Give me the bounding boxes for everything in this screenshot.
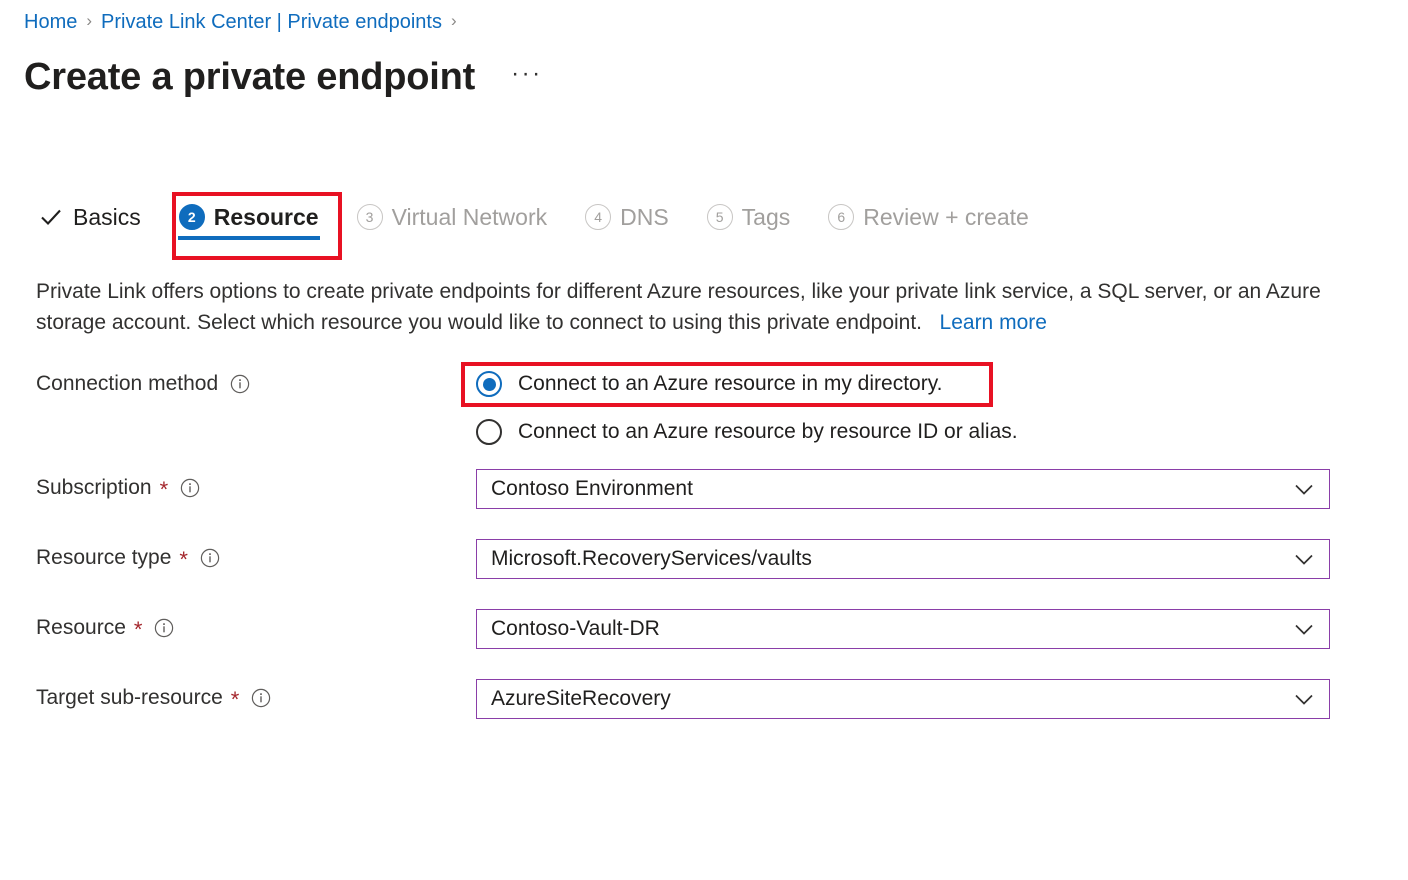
tab-basics[interactable]: Basics <box>36 198 143 242</box>
label-text: Resource type <box>36 544 171 572</box>
tab-label: Resource <box>214 202 319 232</box>
subscription-label: Subscription * <box>36 474 200 502</box>
required-asterisk: * <box>179 550 188 570</box>
connection-method-radio-group: Connect to an Azure resource in my direc… <box>476 360 1018 456</box>
tab-label: Basics <box>73 202 141 232</box>
info-icon[interactable] <box>251 688 271 708</box>
tab-step-badge: 4 <box>585 204 611 230</box>
field-row-resource-type: Resource type * Microsoft.RecoveryServic… <box>0 526 1408 596</box>
resource-type-dropdown[interactable]: Microsoft.RecoveryServices/vaults <box>476 539 1330 579</box>
connection-method-label: Connection method <box>36 370 250 398</box>
tab-resource[interactable]: 2 Resource <box>177 198 321 242</box>
required-asterisk: * <box>231 690 240 710</box>
resource-form: Connection method Connect to an Azure re… <box>0 360 1408 736</box>
info-icon[interactable] <box>180 478 200 498</box>
breadcrumb: Home › Private Link Center | Private end… <box>24 8 466 36</box>
page-title: Create a private endpoint <box>24 52 475 102</box>
radio-label: Connect to an Azure resource by resource… <box>518 418 1018 446</box>
dropdown-value: AzureSiteRecovery <box>491 685 671 713</box>
wizard-tabs: Basics 2 Resource 3 Virtual Network 4 DN… <box>36 198 1065 242</box>
dropdown-value: Microsoft.RecoveryServices/vaults <box>491 545 812 573</box>
tab-label: Review + create <box>863 202 1029 232</box>
tab-step-badge: 3 <box>357 204 383 230</box>
resource-dropdown[interactable]: Contoso-Vault-DR <box>476 609 1330 649</box>
tab-step-badge: 5 <box>707 204 733 230</box>
tab-step-badge: 2 <box>179 204 205 230</box>
subscription-dropdown[interactable]: Contoso Environment <box>476 469 1330 509</box>
tab-label: Virtual Network <box>392 202 548 232</box>
label-text: Resource <box>36 614 126 642</box>
radio-connect-resource-id[interactable]: Connect to an Azure resource by resource… <box>476 408 1018 456</box>
tab-label: DNS <box>620 202 669 232</box>
radio-unselected-icon <box>476 419 502 445</box>
breadcrumb-item-home[interactable]: Home <box>24 8 77 36</box>
description-text: Private Link offers options to create pr… <box>36 280 1321 334</box>
more-options-icon[interactable]: ··· <box>511 64 542 84</box>
info-icon[interactable] <box>154 618 174 638</box>
tab-tags[interactable]: 5 Tags <box>705 198 793 242</box>
radio-label: Connect to an Azure resource in my direc… <box>518 370 942 398</box>
chevron-down-icon <box>1291 616 1317 642</box>
breadcrumb-item-private-link-center[interactable]: Private Link Center | Private endpoints <box>101 8 442 36</box>
field-row-subscription: Subscription * Contoso Environment <box>0 456 1408 526</box>
required-asterisk: * <box>160 480 169 500</box>
tab-dns[interactable]: 4 DNS <box>583 198 671 242</box>
tab-review-create[interactable]: 6 Review + create <box>826 198 1031 242</box>
learn-more-link[interactable]: Learn more <box>940 311 1047 334</box>
dropdown-value: Contoso Environment <box>491 475 693 503</box>
tab-label: Tags <box>742 202 791 232</box>
field-row-target-sub-resource: Target sub-resource * AzureSiteRecovery <box>0 666 1408 736</box>
dropdown-value: Contoso-Vault-DR <box>491 615 660 643</box>
radio-dot <box>483 378 496 391</box>
tab-virtual-network[interactable]: 3 Virtual Network <box>355 198 550 242</box>
resource-type-label: Resource type * <box>36 544 220 572</box>
label-text: Target sub-resource <box>36 684 223 712</box>
label-text: Connection method <box>36 370 218 398</box>
chevron-down-icon <box>1291 546 1317 572</box>
page-description: Private Link offers options to create pr… <box>36 276 1336 338</box>
info-icon[interactable] <box>230 374 250 394</box>
tab-step-badge: 6 <box>828 204 854 230</box>
check-icon <box>38 204 64 230</box>
chevron-right-icon: › <box>451 7 457 35</box>
info-icon[interactable] <box>200 548 220 568</box>
resource-label: Resource * <box>36 614 174 642</box>
chevron-right-icon: › <box>86 7 92 35</box>
field-row-connection-method: Connection method Connect to an Azure re… <box>0 360 1408 456</box>
tab-active-underline <box>178 236 320 240</box>
chevron-down-icon <box>1291 686 1317 712</box>
radio-connect-directory[interactable]: Connect to an Azure resource in my direc… <box>476 360 1018 408</box>
radio-selected-icon <box>476 371 502 397</box>
required-asterisk: * <box>134 620 143 640</box>
page-header: Create a private endpoint ··· <box>24 52 543 102</box>
label-text: Subscription <box>36 474 152 502</box>
target-sub-resource-dropdown[interactable]: AzureSiteRecovery <box>476 679 1330 719</box>
field-row-resource: Resource * Contoso-Vault-DR <box>0 596 1408 666</box>
target-sub-resource-label: Target sub-resource * <box>36 684 271 712</box>
chevron-down-icon <box>1291 476 1317 502</box>
